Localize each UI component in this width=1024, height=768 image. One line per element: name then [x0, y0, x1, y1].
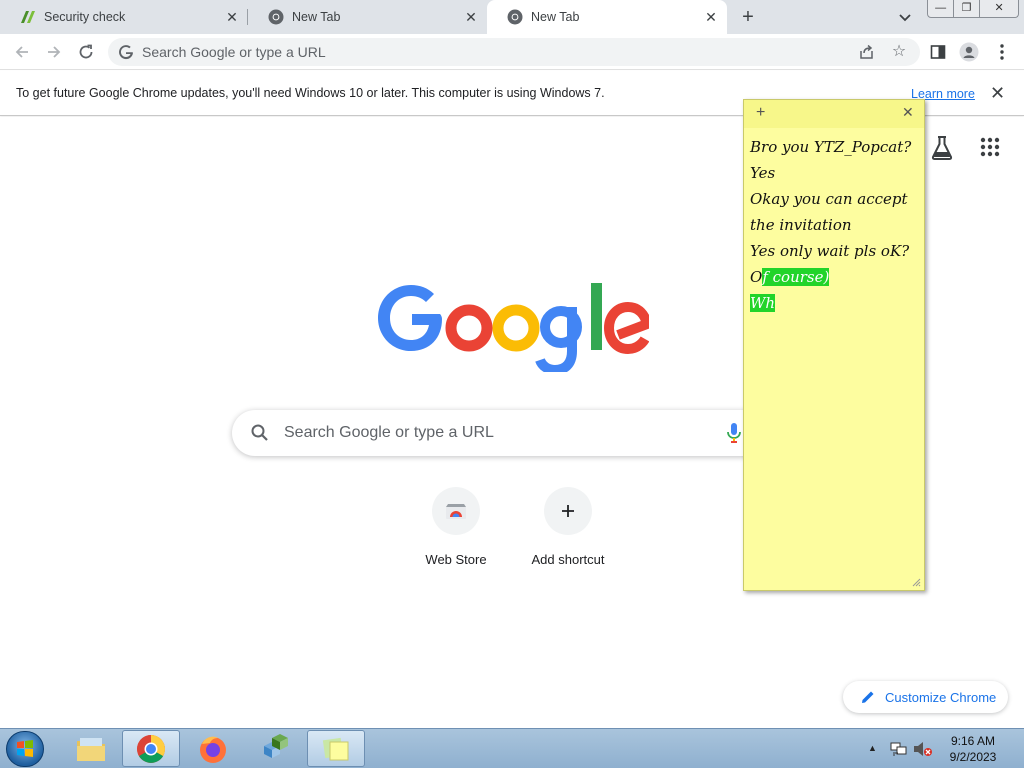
tab-title: New Tab [292, 10, 341, 24]
restore-button[interactable]: ❐ [954, 0, 981, 17]
browser-toolbar: Search Google or type a URL ☆ [0, 34, 1024, 70]
close-tab-icon[interactable]: ✕ [463, 9, 479, 25]
start-button[interactable] [6, 731, 44, 767]
add-note-button[interactable]: + [756, 104, 765, 122]
show-hidden-icons-icon[interactable]: ▲ [868, 743, 877, 753]
clock-time: 9:16 AM [950, 734, 996, 748]
security-check-favicon [20, 9, 36, 25]
plus-icon [544, 487, 592, 535]
shortcut-label: Web Store [425, 552, 487, 567]
network-icon[interactable] [890, 741, 908, 757]
tab-search-chevron-icon[interactable] [896, 8, 914, 26]
close-window-button[interactable]: ✕ [980, 0, 1018, 17]
search-placeholder: Search Google or type a URL [284, 424, 494, 441]
note-line: Yes only wait pls oK? [750, 242, 910, 260]
ntp-search-box[interactable]: Search Google or type a URL [232, 410, 792, 456]
customize-label: Customize Chrome [885, 689, 997, 705]
note-line: Bro you YTZ_Popcat? [750, 138, 912, 156]
registry-editor-icon[interactable] [245, 730, 303, 767]
customize-chrome-button[interactable]: Customize Chrome [843, 681, 1008, 713]
delete-note-button[interactable]: ✕ [902, 104, 914, 121]
note-line: Okay you can accept [750, 190, 908, 208]
window-controls: — ❐ ✕ [927, 0, 1019, 18]
bookmark-star-icon[interactable]: ☆ [890, 43, 908, 61]
selected-text: f course) [762, 268, 830, 286]
chrome-icon[interactable] [122, 730, 180, 767]
shortcut-add[interactable]: Add shortcut [512, 487, 624, 577]
firefox-icon[interactable] [184, 730, 242, 767]
sticky-note-titlebar[interactable] [744, 100, 924, 128]
chrome-favicon [507, 9, 523, 25]
file-explorer-icon[interactable] [62, 730, 120, 767]
volume-muted-icon[interactable] [913, 741, 933, 757]
side-panel-icon[interactable] [928, 42, 948, 62]
omnibox[interactable]: Search Google or type a URL ☆ [108, 38, 920, 66]
resize-grip-icon[interactable] [912, 578, 921, 587]
share-icon[interactable] [858, 43, 876, 61]
more-menu-icon[interactable] [992, 42, 1012, 62]
profile-avatar-icon[interactable] [959, 42, 979, 62]
chrome-favicon [268, 9, 284, 25]
google-logo [374, 277, 653, 376]
note-line: Of course) [750, 268, 830, 286]
sticky-note-text[interactable]: Bro you YTZ_Popcat? Yes Okay you can acc… [750, 134, 922, 316]
google-apps-grid-icon[interactable] [980, 137, 1000, 157]
screen: Security check ✕ New Tab ✕ New Tab ✕ + —… [0, 0, 1024, 768]
close-infobar-icon[interactable]: ✕ [990, 83, 1005, 104]
windows-taskbar: ▲ 9:16 AM 9/2/2023 [0, 728, 1024, 768]
google-g-icon [118, 44, 134, 60]
sticky-notes-icon[interactable] [307, 730, 365, 767]
system-clock[interactable]: 9:16 AM 9/2/2023 [940, 733, 1006, 765]
close-tab-icon[interactable]: ✕ [703, 9, 719, 25]
microphone-icon[interactable] [726, 422, 742, 444]
note-line: Wh [750, 290, 922, 316]
close-tab-icon[interactable]: ✕ [224, 9, 240, 25]
search-icon [250, 423, 270, 443]
tab-security-check[interactable]: Security check ✕ [0, 0, 248, 34]
tab-title: Security check [44, 10, 126, 24]
selected-text: Wh [750, 294, 776, 312]
reload-icon[interactable] [76, 42, 96, 62]
chrome-labs-flask-icon[interactable] [930, 135, 954, 161]
tab-new-tab-active[interactable]: New Tab ✕ [487, 0, 727, 34]
sticky-note-window[interactable]: + ✕ Bro you YTZ_Popcat? Yes Okay you can… [743, 99, 925, 591]
omnibox-placeholder: Search Google or type a URL [142, 44, 326, 60]
shortcut-web-store[interactable]: Web Store [400, 487, 512, 577]
tab-title: New Tab [531, 10, 580, 24]
shortcut-label: Add shortcut [531, 552, 605, 567]
back-arrow-icon[interactable] [12, 42, 32, 62]
note-line: Yes [750, 164, 776, 182]
forward-arrow-icon[interactable] [44, 42, 64, 62]
note-line: the invitation [750, 216, 852, 234]
tab-new-tab[interactable]: New Tab ✕ [248, 0, 487, 34]
new-tab-button[interactable]: + [738, 7, 758, 27]
web-store-icon [432, 487, 480, 535]
tab-strip: Security check ✕ New Tab ✕ New Tab ✕ + —… [0, 0, 1024, 34]
infobar-message: To get future Google Chrome updates, you… [16, 86, 605, 100]
minimize-button[interactable]: — [928, 0, 955, 17]
clock-date: 9/2/2023 [949, 750, 997, 764]
pencil-icon [861, 690, 875, 704]
